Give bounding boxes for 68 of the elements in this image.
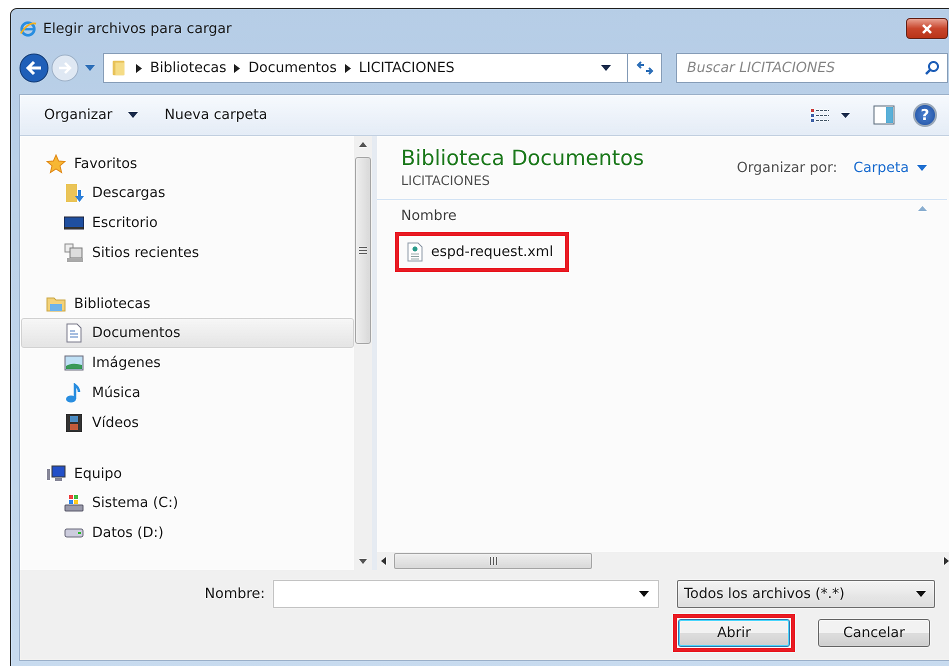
sidebar-group[interactable]: Bibliotecas	[74, 296, 150, 312]
sidebar-item[interactable]: Imágenes	[21, 348, 354, 378]
browser-icon	[19, 20, 37, 38]
arrange-dropdown[interactable]: Carpeta	[853, 160, 927, 176]
column-header[interactable]: Nombre	[401, 208, 457, 224]
scroll-down-icon[interactable]	[359, 559, 367, 564]
scroll-up-icon[interactable]	[359, 142, 367, 147]
dialog-button[interactable]: Cancelar	[818, 619, 930, 647]
film-icon	[64, 413, 84, 433]
toolbar-button[interactable]: Organizar	[40, 101, 146, 129]
search-field[interactable]: Buscar LICITACIONES	[676, 53, 948, 84]
star-icon	[46, 154, 66, 174]
chevron-icon	[234, 64, 240, 73]
library-subtitle: LICITACIONES	[401, 174, 491, 189]
computer-icon	[46, 464, 66, 484]
caret-icon	[85, 65, 95, 72]
arrange-label: Organizar por:	[736, 160, 838, 176]
picture-icon	[64, 353, 84, 373]
address-bar[interactable]: Bibliotecas Documentos LICITACIONES	[103, 53, 662, 84]
scroll-right-icon[interactable]	[944, 557, 949, 565]
scrollbar[interactable]	[354, 136, 372, 570]
scroll-left-icon[interactable]	[381, 557, 386, 565]
sidebar-item[interactable]: Documentos	[21, 318, 354, 348]
grip-icon	[359, 247, 367, 254]
search-icon	[924, 60, 940, 76]
library-title: Biblioteca Documentos	[401, 146, 644, 170]
sort-arrow-icon	[918, 206, 927, 211]
preview-pane-icon	[873, 105, 895, 125]
document-icon	[64, 323, 84, 343]
system-drive-icon	[64, 493, 84, 513]
close-icon	[920, 22, 934, 35]
sidebar-group[interactable]: Favoritos	[74, 156, 138, 172]
sidebar-item[interactable]: Música	[21, 378, 354, 408]
grip-icon	[490, 557, 496, 565]
caret-icon	[916, 591, 926, 597]
help-button[interactable]: ?	[913, 103, 937, 127]
sidebar-item[interactable]: Descargas	[21, 178, 354, 208]
window-title: Elegir archivos para cargar	[43, 20, 232, 37]
history-dropdown[interactable]	[85, 65, 95, 72]
caret-icon	[128, 112, 138, 118]
breadcrumb[interactable]: Bibliotecas	[150, 60, 226, 76]
recent-places-icon	[64, 243, 84, 263]
chevron-icon	[136, 64, 142, 73]
breadcrumb[interactable]: LICITACIONES	[358, 60, 455, 76]
chevron-icon	[344, 64, 351, 73]
caret-icon	[639, 591, 649, 597]
sidebar-group[interactable]: Equipo	[74, 466, 122, 482]
file-item[interactable]: espd-request.xml	[395, 232, 570, 272]
scrollbar[interactable]	[377, 552, 949, 570]
file-type-dropdown[interactable]: Todos los archivos (*.*)	[677, 580, 935, 608]
caret-icon	[917, 165, 927, 171]
sidebar-item[interactable]: Vídeos	[21, 408, 354, 438]
filename-label: Nombre:	[204, 586, 265, 602]
sidebar-item[interactable]: Sitios recientes	[21, 238, 354, 268]
filename-field[interactable]	[273, 580, 659, 608]
sidebar-item[interactable]: Datos (D:)	[21, 518, 354, 548]
dialog-button[interactable]: Abrir	[678, 619, 790, 647]
caret-icon[interactable]	[601, 65, 611, 72]
details-view-icon	[811, 108, 851, 122]
close-button[interactable]	[906, 18, 948, 40]
back-button[interactable]	[19, 53, 49, 84]
breadcrumb[interactable]: Documentos	[248, 60, 337, 76]
xml-file-icon	[407, 242, 423, 262]
download-folder-icon	[64, 183, 84, 203]
sidebar-item[interactable]: Escritorio	[21, 208, 354, 238]
toolbar-button[interactable]: Nueva carpeta	[160, 101, 276, 129]
refresh-icon	[636, 61, 654, 76]
sidebar-item[interactable]: Sistema (C:)	[21, 488, 354, 518]
